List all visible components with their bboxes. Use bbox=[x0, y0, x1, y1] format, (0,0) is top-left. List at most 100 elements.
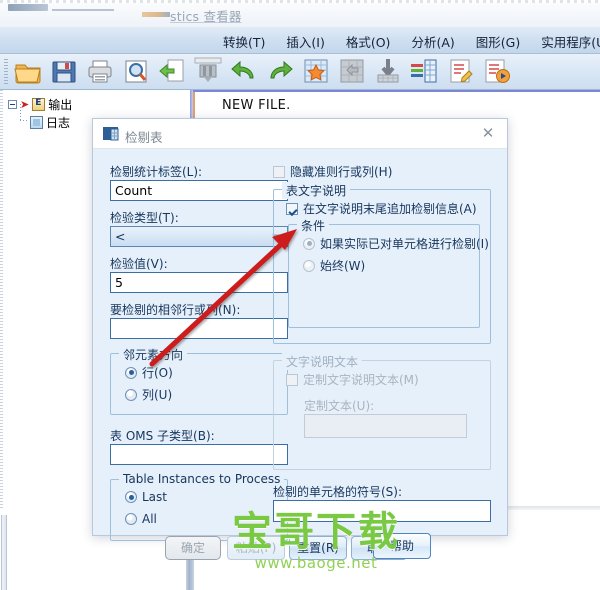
menu-bar: 转换(T) 插入(I) 格式(O) 分析(A) 图形(G) 实用程序(U) 扩展 bbox=[0, 28, 600, 54]
radio-direction-row-label: 行(O) bbox=[142, 366, 173, 380]
tree-item-log[interactable]: 日志 bbox=[30, 114, 70, 131]
tree-item-output[interactable]: ➤ 输出 bbox=[8, 96, 72, 113]
redo-icon[interactable] bbox=[264, 56, 296, 87]
dialog-recall-icon[interactable] bbox=[192, 56, 224, 87]
test-type-value: < bbox=[115, 229, 126, 244]
radio-direction-column-label: 列(U) bbox=[142, 388, 173, 402]
radio-condition-if-pruned-label: 如果实际已对单元格进行检剔(I) bbox=[320, 237, 489, 251]
print-preview-icon[interactable] bbox=[120, 56, 152, 87]
radio-direction-column-dot bbox=[125, 388, 137, 401]
window-title: stics 查看器 bbox=[170, 9, 242, 24]
append-prune-info-box bbox=[286, 202, 298, 215]
hide-criterion-rows-label: 隐藏准则行或列(H) bbox=[290, 165, 393, 179]
output-new-file-text: NEW FILE. bbox=[222, 98, 291, 113]
test-type-label: 检验类型(T): bbox=[110, 211, 179, 225]
neighbor-direction-group-label: 邻元素方向 bbox=[119, 346, 188, 363]
menu-item-insert[interactable]: 插入(I) bbox=[285, 30, 325, 53]
neighbor-direction-group: 邻元素方向 行(O) 列(U) bbox=[110, 346, 288, 415]
custom-text-input[interactable] bbox=[304, 414, 467, 438]
test-value-input[interactable] bbox=[110, 272, 288, 293]
condition-group: 条件 如果实际已对单元格进行检剔(I) 始终(W) bbox=[288, 217, 489, 328]
table-prune-icon bbox=[102, 125, 119, 142]
reset-button[interactable]: 重置(R) bbox=[289, 536, 347, 560]
radio-instances-last-label: Last bbox=[142, 490, 167, 504]
outline-pane-edge bbox=[0, 90, 3, 510]
goto-case-icon[interactable] bbox=[300, 56, 332, 87]
title-logo-swatch bbox=[142, 12, 170, 17]
radio-direction-row-dot bbox=[125, 366, 137, 379]
test-value-label: 检验值(V): bbox=[110, 257, 168, 271]
menu-item-graphs[interactable]: 图形(G) bbox=[475, 30, 521, 53]
close-icon[interactable]: ✕ bbox=[479, 125, 497, 143]
title-left-tab-decoration bbox=[8, 4, 48, 11]
pruned-cell-symbol-label: 检剔的单元格的符号(S): bbox=[273, 485, 403, 499]
caption-text-group: 文字说明文本 定制文字说明文本(M) 定制文本(U): bbox=[273, 353, 491, 470]
radio-condition-always-dot bbox=[303, 259, 315, 272]
window-title-bar: stics 查看器 bbox=[0, 0, 600, 28]
undo-icon[interactable] bbox=[228, 56, 260, 87]
paste-button[interactable]: 粘贴(P) bbox=[227, 536, 285, 560]
radio-instances-last-dot bbox=[125, 491, 137, 503]
adjacent-rows-columns-input[interactable] bbox=[110, 318, 288, 339]
help-button[interactable]: 帮助 bbox=[373, 533, 431, 559]
save-icon[interactable] bbox=[48, 56, 80, 87]
radio-instances-all[interactable]: All bbox=[125, 512, 157, 526]
variables-icon[interactable] bbox=[408, 56, 440, 87]
toolbar-grip[interactable] bbox=[4, 59, 8, 85]
dialog-title: 检剔表 bbox=[125, 130, 163, 145]
custom-caption-text-box bbox=[286, 373, 298, 386]
tree-connector-horizontal bbox=[20, 120, 29, 121]
dialog-title-bar: 检剔表 ✕ bbox=[93, 119, 507, 149]
radio-direction-column[interactable]: 列(U) bbox=[125, 386, 172, 403]
expander-collapse-icon[interactable] bbox=[8, 100, 17, 109]
append-prune-info-label: 在文字说明末尾追加检剔信息(A) bbox=[303, 202, 477, 216]
caption-text-group-label: 文字说明文本 bbox=[282, 353, 363, 370]
prune-statistic-label-input[interactable] bbox=[110, 180, 288, 201]
title-hatch-decoration bbox=[0, 0, 600, 3]
menu-item-transform[interactable]: 转换(T) bbox=[222, 30, 266, 53]
custom-caption-text-checkbox[interactable]: 定制文字说明文本(M) bbox=[286, 371, 419, 388]
radio-instances-last[interactable]: Last bbox=[125, 490, 167, 504]
menu-item-analyze[interactable]: 分析(A) bbox=[410, 30, 455, 53]
print-icon[interactable] bbox=[84, 56, 116, 87]
radio-condition-if-pruned-dot bbox=[303, 237, 315, 250]
output-icon bbox=[32, 98, 46, 111]
oms-subtype-input[interactable] bbox=[110, 444, 288, 465]
spss-viewer-window: stics 查看器 转换(T) 插入(I) 格式(O) 分析(A) 图形(G) … bbox=[0, 0, 600, 590]
title-left-rule-decoration bbox=[52, 9, 114, 11]
prune-statistic-label-label: 检剔统计标签(L): bbox=[110, 165, 203, 179]
open-folder-icon[interactable] bbox=[12, 56, 44, 87]
custom-caption-text-label: 定制文字说明文本(M) bbox=[303, 373, 419, 387]
tree-item-output-label: 输出 bbox=[48, 98, 73, 112]
insert-icon[interactable] bbox=[372, 56, 404, 87]
log-icon bbox=[30, 116, 43, 129]
tree-item-log-label: 日志 bbox=[46, 116, 71, 130]
goto-chart-icon[interactable] bbox=[336, 56, 368, 87]
condition-group-label: 条件 bbox=[297, 217, 330, 234]
custom-text-label: 定制文本(U): bbox=[304, 399, 375, 413]
radio-condition-always-label: 始终(W) bbox=[320, 259, 366, 273]
test-type-combobox[interactable]: < bbox=[110, 226, 288, 247]
pruned-cell-symbol-input[interactable] bbox=[273, 500, 491, 522]
table-caption-group-label: 表文字说明 bbox=[282, 182, 351, 199]
output-pane-top-border bbox=[190, 90, 600, 92]
radio-condition-if-pruned[interactable]: 如果实际已对单元格进行检剔(I) bbox=[303, 235, 489, 252]
adjacent-rows-columns-label: 要检剔的相邻行或列(N): bbox=[110, 303, 241, 317]
menu-item-format[interactable]: 格式(O) bbox=[345, 30, 392, 53]
menu-item-utilities[interactable]: 实用程序(U) bbox=[540, 30, 600, 53]
oms-subtype-label: 表 OMS 子类型(B): bbox=[110, 429, 215, 443]
dialog-body: 检剔统计标签(L): 检验类型(T): < 检验值(V): 要检剔的相邻行或列(… bbox=[93, 149, 507, 560]
table-caption-group: 表文字说明 在文字说明末尾追加检剔信息(A) 条件 如果实际已对单元格进行检剔(… bbox=[273, 182, 491, 344]
prune-tables-dialog: 检剔表 ✕ 检剔统计标签(L): 检验类型(T): < 检验值(V): 要检剔的… bbox=[92, 118, 508, 560]
ok-button[interactable]: 确定 bbox=[165, 536, 221, 560]
radio-instances-all-dot bbox=[125, 513, 137, 525]
run-syntax-icon[interactable] bbox=[480, 56, 512, 87]
radio-condition-always[interactable]: 始终(W) bbox=[303, 257, 365, 274]
append-prune-info-checkbox[interactable]: 在文字说明末尾追加检剔信息(A) bbox=[286, 200, 477, 217]
edit-syntax-icon[interactable] bbox=[444, 56, 476, 87]
outline-scrollbar[interactable] bbox=[1, 515, 7, 590]
radio-direction-row[interactable]: 行(O) bbox=[125, 364, 173, 381]
output-pane-accent bbox=[193, 92, 195, 118]
export-icon[interactable] bbox=[156, 56, 188, 87]
hide-criterion-rows-checkbox[interactable]: 隐藏准则行或列(H) bbox=[273, 163, 392, 180]
